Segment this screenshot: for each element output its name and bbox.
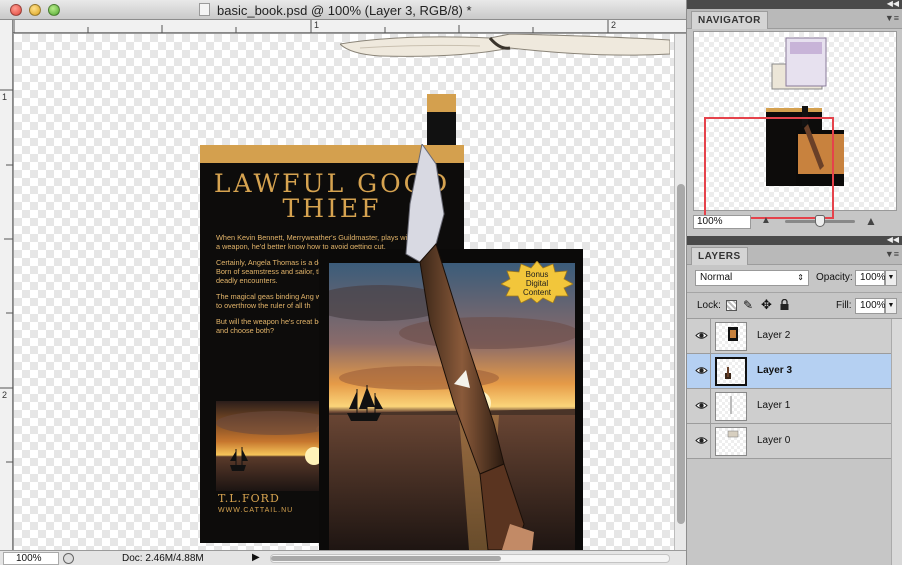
lock-pixels-brush-icon[interactable]: ✎ bbox=[743, 298, 753, 312]
layer-row[interactable]: Layer 3 bbox=[687, 354, 891, 389]
lock-position-move-icon[interactable]: ✥ bbox=[761, 297, 772, 313]
status-menu-arrow-icon[interactable]: ▶ bbox=[252, 552, 260, 563]
layer-name[interactable]: Layer 0 bbox=[757, 435, 790, 446]
book-pages-image bbox=[340, 34, 670, 57]
navigator-panel-header[interactable]: ◀◀ bbox=[687, 0, 902, 9]
minimize-window-button[interactable] bbox=[29, 4, 41, 16]
panel-dock: ◀◀ NAVIGATOR ▼≡ 100% ▲ ▲ ◀◀ LAYERS ▼≡ No… bbox=[686, 0, 902, 565]
blend-mode-value: Normal bbox=[700, 272, 733, 283]
layer-thumbnail bbox=[715, 357, 747, 386]
status-info-icon[interactable] bbox=[63, 553, 74, 564]
document-canvas[interactable]: LAWFUL GOOD THIEF When Kevin Bennett, Me… bbox=[14, 34, 674, 550]
zoom-in-icon[interactable]: ▲ bbox=[865, 214, 877, 228]
layers-panel-header[interactable]: ◀◀ bbox=[687, 235, 902, 245]
vertical-ruler[interactable]: 1 2 bbox=[0, 20, 13, 550]
panel-menu-icon[interactable]: ▼≡ bbox=[885, 249, 899, 259]
tab-layers[interactable]: LAYERS bbox=[691, 247, 748, 265]
blend-mode-select[interactable]: Normal ⇕ bbox=[695, 270, 809, 286]
layer-thumbnail bbox=[715, 392, 747, 421]
title-bar[interactable]: basic_book.psd @ 100% (Layer 3, RGB/8) * bbox=[0, 0, 686, 20]
horizontal-scroll-thumb[interactable] bbox=[271, 556, 501, 561]
navigator-zoom-slider[interactable] bbox=[785, 215, 855, 227]
author-url: WWW.CATTAIL.NU bbox=[218, 507, 294, 514]
panel-menu-icon[interactable]: ▼≡ bbox=[885, 13, 899, 23]
layer-thumbnail bbox=[715, 427, 747, 456]
opacity-dropdown-icon[interactable]: ▼ bbox=[885, 270, 897, 286]
fill-dropdown-icon[interactable]: ▼ bbox=[885, 298, 897, 314]
ruler-label: 1 bbox=[2, 92, 8, 102]
layer-row[interactable]: Layer 2 bbox=[687, 319, 891, 354]
layer-thumbnail bbox=[715, 322, 747, 351]
eye-visibility-icon[interactable] bbox=[695, 399, 708, 412]
close-window-button[interactable] bbox=[10, 4, 22, 16]
layer-list[interactable]: Layer 2 Layer 3 Layer 1 Layer 0 bbox=[687, 319, 891, 459]
bookmark-band bbox=[427, 94, 456, 112]
status-bar: 100% Doc: 2.46M/4.88M ▶ bbox=[0, 550, 686, 565]
eye-visibility-icon[interactable] bbox=[695, 434, 708, 447]
ruler-label: 1 bbox=[314, 20, 320, 30]
visibility-cell[interactable] bbox=[687, 354, 711, 389]
horizontal-scrollbar[interactable] bbox=[270, 554, 670, 563]
horizontal-ruler[interactable]: 1 2 bbox=[13, 20, 686, 33]
layers-tab-row: LAYERS ▼≡ bbox=[687, 245, 902, 265]
eye-visibility-icon[interactable] bbox=[695, 329, 708, 342]
layer-row[interactable]: Layer 0 bbox=[687, 424, 891, 459]
tab-navigator[interactable]: NAVIGATOR bbox=[691, 11, 768, 29]
visibility-cell[interactable] bbox=[687, 319, 711, 354]
navigator-view-box[interactable] bbox=[704, 117, 834, 219]
layer-row[interactable]: Layer 1 bbox=[687, 389, 891, 424]
zoom-window-button[interactable] bbox=[48, 4, 60, 16]
layers-scrollbar[interactable] bbox=[891, 319, 902, 565]
layer-name[interactable]: Layer 1 bbox=[757, 400, 790, 411]
ruler-ticks bbox=[13, 20, 609, 33]
zoom-slider-thumb[interactable] bbox=[815, 215, 825, 227]
collapse-panel-icon[interactable]: ◀◀ bbox=[887, 235, 899, 244]
divider bbox=[687, 292, 902, 293]
vertical-scroll-thumb[interactable] bbox=[677, 184, 685, 524]
fill-field[interactable]: 100% bbox=[855, 298, 886, 314]
ruler-label: 2 bbox=[611, 20, 617, 30]
layer-name[interactable]: Layer 2 bbox=[757, 330, 790, 341]
document-window: basic_book.psd @ 100% (Layer 3, RGB/8) *… bbox=[0, 0, 686, 565]
opacity-field[interactable]: 100% bbox=[855, 270, 886, 286]
layer-name[interactable]: Layer 3 bbox=[757, 365, 792, 376]
collapse-panel-icon[interactable]: ◀◀ bbox=[887, 0, 899, 8]
lock-transparency-icon[interactable] bbox=[726, 300, 737, 311]
document-icon bbox=[199, 3, 210, 16]
opacity-label: Opacity: bbox=[816, 272, 853, 283]
ruler-label: 2 bbox=[2, 390, 8, 400]
dropdown-arrows-icon: ⇕ bbox=[797, 273, 804, 282]
zoom-out-icon[interactable]: ▲ bbox=[761, 215, 771, 226]
lock-all-padlock-icon[interactable] bbox=[780, 298, 789, 310]
lock-label: Lock: bbox=[697, 300, 721, 311]
dagger-image bbox=[405, 144, 534, 550]
eye-visibility-icon[interactable] bbox=[695, 364, 708, 377]
fill-label: Fill: bbox=[836, 300, 852, 311]
navigator-zoom-field[interactable]: 100% bbox=[693, 215, 751, 229]
navigator-preview[interactable] bbox=[693, 31, 897, 219]
author-name: T.L.FORD bbox=[218, 492, 280, 505]
navigator-tab-row: NAVIGATOR ▼≡ bbox=[687, 9, 902, 29]
zoom-level-field[interactable]: 100% bbox=[3, 552, 59, 565]
vertical-scrollbar[interactable] bbox=[674, 34, 686, 550]
visibility-cell[interactable] bbox=[687, 389, 711, 424]
document-title: basic_book.psd @ 100% (Layer 3, RGB/8) * bbox=[217, 3, 472, 18]
visibility-cell[interactable] bbox=[687, 424, 711, 459]
document-size: Doc: 2.46M/4.88M bbox=[122, 553, 204, 564]
